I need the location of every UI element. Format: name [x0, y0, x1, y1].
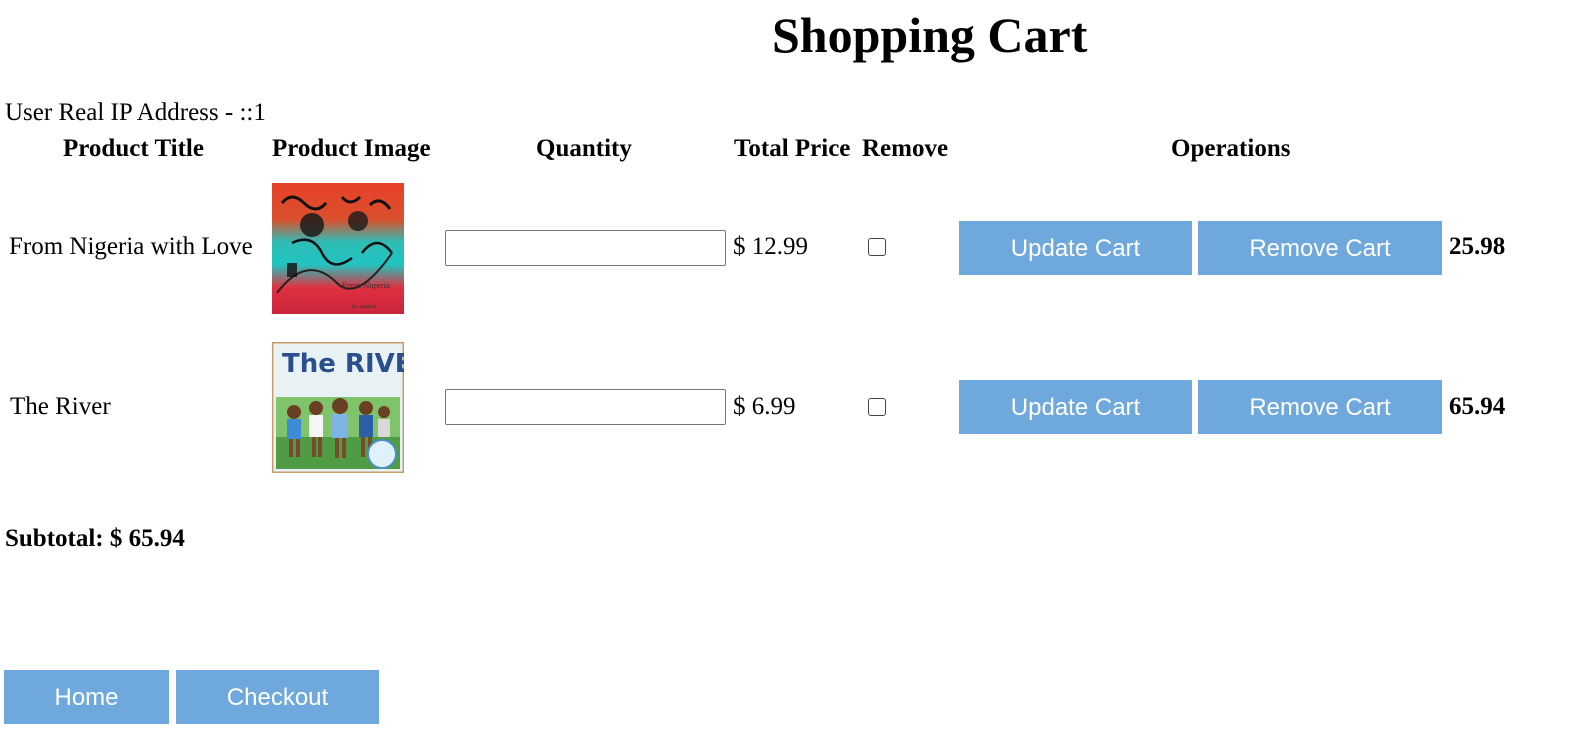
subtotal: Subtotal: $ 65.94	[5, 525, 185, 552]
home-button[interactable]: Home	[4, 670, 169, 724]
svg-text:From Nigeria: From Nigeria	[342, 282, 390, 290]
row-total: 25.98	[1449, 233, 1506, 260]
header-product-title: Product Title	[63, 135, 204, 162]
update-cart-button[interactable]: Update Cart	[959, 380, 1192, 434]
remove-cart-button[interactable]: Remove Cart	[1198, 380, 1442, 434]
remove-cart-button[interactable]: Remove Cart	[1198, 221, 1442, 275]
quantity-input[interactable]	[445, 230, 726, 266]
row-total: 65.94	[1449, 393, 1506, 420]
remove-checkbox[interactable]	[868, 398, 886, 416]
quantity-input[interactable]	[445, 389, 726, 425]
book-cover-river-icon: The RIVER	[272, 342, 404, 473]
book-cover-nigeria-icon: From Nigeria by author	[272, 183, 404, 314]
product-title: From Nigeria with Love	[9, 233, 253, 260]
book-cover-image: The RIVER	[272, 342, 404, 473]
header-quantity: Quantity	[536, 135, 632, 162]
header-product-image: Product Image	[272, 135, 431, 162]
ip-address-text: User Real IP Address - ::1	[5, 99, 266, 126]
header-operations: Operations	[1171, 135, 1291, 162]
header-remove: Remove	[862, 135, 949, 162]
product-price: $ 12.99	[733, 233, 808, 260]
book-cover-image: From Nigeria by author	[272, 183, 404, 314]
cover-title: The RIVER	[282, 349, 404, 379]
product-price: $ 6.99	[733, 393, 796, 420]
product-title: The River	[10, 393, 111, 420]
page-title: Shopping Cart	[772, 7, 1088, 63]
header-total-price: Total Price	[734, 135, 851, 162]
update-cart-button[interactable]: Update Cart	[959, 221, 1192, 275]
svg-text:by author: by author	[352, 304, 377, 310]
checkout-button[interactable]: Checkout	[176, 670, 379, 724]
remove-checkbox[interactable]	[868, 238, 886, 256]
